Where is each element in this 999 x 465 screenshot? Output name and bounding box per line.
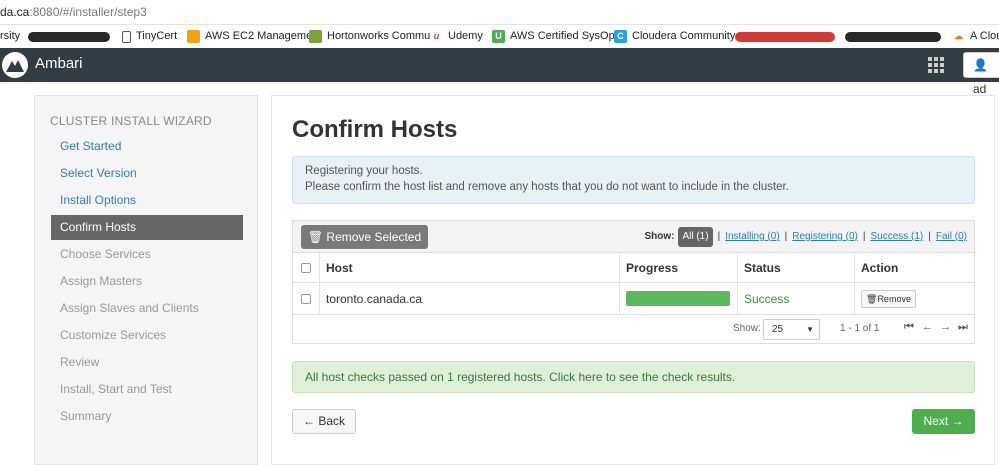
- row-checkbox[interactable]: [301, 293, 311, 304]
- filter-all[interactable]: All (1): [678, 227, 713, 247]
- action-cell: 🗑Remove: [855, 283, 974, 314]
- sidebar-title: CLUSTER INSTALL WIZARD: [50, 114, 212, 128]
- host-checks-text: All host checks passed on 1 registered h…: [305, 370, 546, 384]
- next-button[interactable]: Next →: [912, 409, 975, 434]
- remove-selected-button[interactable]: 🗑 Remove Selected: [301, 225, 428, 249]
- page-size-select[interactable]: 25 ▼: [763, 319, 820, 340]
- next-page-icon[interactable]: →: [940, 321, 951, 333]
- cloud-icon: ☁: [952, 30, 965, 43]
- main-panel: Confirm Hosts Registering your hosts. Pl…: [271, 95, 995, 465]
- info-line-1: Registering your hosts.: [305, 165, 423, 177]
- check-results-link[interactable]: Click here to see the check results.: [549, 370, 735, 384]
- user-icon: 👤: [973, 58, 988, 72]
- pager-show-label: Show:: [733, 323, 761, 334]
- hortonworks-icon: [309, 30, 322, 43]
- row-checkbox-cell: [293, 283, 320, 314]
- bookmark-item[interactable]: u Udemy: [430, 25, 483, 48]
- progress-bar-fill: [626, 291, 730, 306]
- back-button[interactable]: ← Back: [292, 409, 356, 434]
- sidebar-item-summary: Summary: [60, 409, 112, 423]
- sidebar-item-customize-services: Customize Services: [60, 328, 167, 342]
- redaction-scribble: [735, 32, 835, 42]
- remove-host-button[interactable]: 🗑Remove: [861, 289, 916, 308]
- last-page-icon[interactable]: ⏭: [958, 321, 968, 334]
- trash-icon: 🗑: [307, 230, 324, 244]
- filter-fail[interactable]: Fail (0): [936, 225, 967, 249]
- trash-icon: 🗑: [866, 293, 878, 304]
- bookmark-item[interactable]: U AWS Certified SysOp: [492, 25, 615, 48]
- bookmark-item[interactable]: C Cloudera Community: [614, 25, 735, 48]
- hosts-toolbar: 🗑 Remove Selected Show: All (1) | Instal…: [293, 221, 974, 252]
- column-header-progress: Progress: [620, 253, 738, 282]
- sidebar-item-assign-masters: Assign Masters: [60, 274, 143, 288]
- sidebar-item-get-started[interactable]: Get Started: [51, 134, 243, 159]
- select-all-checkbox[interactable]: [301, 262, 311, 273]
- filter-show-label: Show:: [644, 231, 675, 242]
- host-name: toronto.canada.ca: [320, 283, 620, 314]
- page-title: Confirm Hosts: [292, 116, 458, 143]
- column-header-action: Action: [861, 260, 899, 275]
- select-all-cell: [293, 253, 320, 282]
- sidebar-item-choose-services: Choose Services: [60, 247, 151, 261]
- redaction-scribble: [28, 32, 110, 42]
- cloudera-icon: C: [614, 30, 627, 43]
- sidebar-item-install-options[interactable]: Install Options: [51, 188, 243, 213]
- info-line-2: Please confirm the host list and remove …: [305, 180, 789, 193]
- bookmark-item[interactable]: rsity: [0, 25, 20, 48]
- table-pager: Show: 25 ▼ 1 - 1 of 1 ⏮ ← → ⏭: [293, 315, 974, 344]
- status-filters: Show: All (1) | Installing (0) | Registe…: [644, 225, 967, 249]
- hosts-table-box: 🗑 Remove Selected Show: All (1) | Instal…: [292, 220, 975, 344]
- aws-icon: [187, 30, 200, 43]
- filter-registering[interactable]: Registering (0): [792, 225, 858, 249]
- brand-name[interactable]: Ambari: [35, 48, 83, 80]
- progress-cell: [620, 283, 738, 314]
- apps-grid-icon[interactable]: [928, 57, 944, 73]
- url-host: da.ca: [0, 5, 30, 19]
- first-page-icon[interactable]: ⏮: [904, 321, 914, 334]
- filter-installing[interactable]: Installing (0): [725, 225, 779, 249]
- status-text: Success: [738, 283, 855, 314]
- u-icon: U: [492, 30, 505, 43]
- progress-bar: [626, 291, 730, 306]
- column-header-host: Host: [320, 253, 620, 282]
- udemy-icon: u: [430, 30, 443, 43]
- table-row: toronto.canada.ca Success 🗑Remove: [293, 283, 974, 315]
- ambari-logo-icon[interactable]: [2, 52, 28, 78]
- sidebar-item-assign-slaves: Assign Slaves and Clients: [60, 301, 199, 315]
- sidebar-item-install-start-test: Install, Start and Test: [60, 382, 172, 396]
- bookmark-item[interactable]: AWS EC2 Manageme: [187, 25, 312, 48]
- host-checks-alert: All host checks passed on 1 registered h…: [292, 361, 975, 393]
- user-menu-button[interactable]: 👤 ad: [963, 52, 999, 96]
- bookmark-item[interactable]: ☁A Clou: [952, 25, 999, 48]
- url-path: :8080/#/installer/step3: [29, 5, 147, 19]
- sidebar-item-select-version[interactable]: Select Version: [51, 161, 243, 186]
- top-navbar: Ambari: [0, 48, 999, 82]
- filter-success[interactable]: Success (1): [870, 225, 923, 249]
- info-alert: Registering your hosts. Please confirm t…: [292, 156, 975, 204]
- bookmark-item[interactable]: TinyCert: [122, 25, 177, 48]
- prev-page-icon[interactable]: ←: [922, 321, 933, 333]
- bookmarks-bar: rsity TinyCert AWS EC2 Manageme Hortonwo…: [0, 25, 999, 48]
- redaction-scribble: [845, 32, 941, 42]
- column-header-status: Status: [738, 253, 855, 282]
- caret-down-icon: ▼: [806, 325, 814, 334]
- wizard-sidebar: CLUSTER INSTALL WIZARD Get Started Selec…: [34, 95, 258, 465]
- pager-range: 1 - 1 of 1: [840, 323, 880, 334]
- sidebar-item-confirm-hosts[interactable]: Confirm Hosts: [51, 215, 243, 240]
- address-bar[interactable]: da.ca:8080/#/installer/step3: [0, 0, 999, 25]
- sidebar-item-review: Review: [60, 355, 100, 369]
- table-header: Host Progress Status Action: [293, 252, 974, 283]
- page-icon: [122, 30, 131, 43]
- bookmark-item[interactable]: Hortonworks Commu: [309, 25, 430, 48]
